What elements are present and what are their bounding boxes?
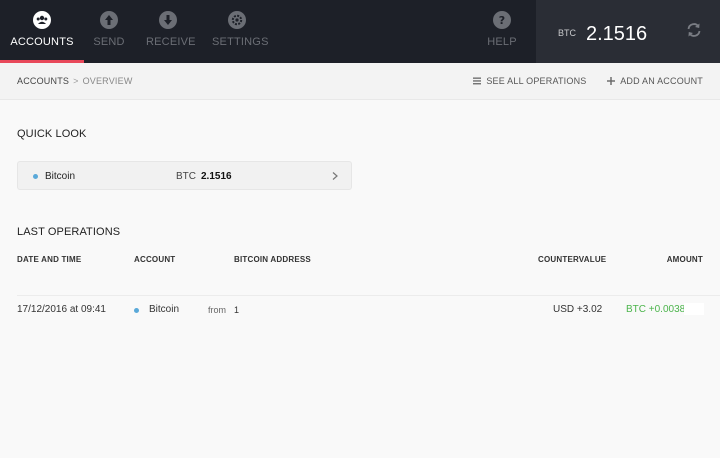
nav-accounts-label: ACCOUNTS bbox=[10, 36, 74, 48]
header-actions: SEE ALL OPERATIONS ADD AN ACCOUNT bbox=[455, 76, 703, 86]
account-color-dot bbox=[33, 174, 38, 179]
account-color-dot bbox=[134, 308, 139, 313]
operation-account: Bitcoin bbox=[149, 304, 180, 315]
nav-help[interactable]: ? HELP bbox=[484, 0, 520, 63]
receive-icon bbox=[159, 11, 177, 29]
see-all-operations-button[interactable]: SEE ALL OPERATIONS bbox=[473, 76, 586, 86]
nav-receive-label: RECEIVE bbox=[146, 36, 196, 48]
balance-currency: BTC bbox=[558, 28, 576, 38]
operation-address: 1 bbox=[234, 305, 240, 315]
settings-icon bbox=[228, 11, 246, 29]
column-amount: AMOUNT bbox=[666, 255, 703, 264]
breadcrumb-root[interactable]: ACCOUNTS bbox=[17, 76, 69, 86]
list-icon bbox=[473, 77, 482, 85]
nav-send-label: SEND bbox=[93, 36, 125, 48]
balance-panel: BTC 2.1516 bbox=[536, 0, 720, 63]
sync-icon[interactable] bbox=[685, 21, 703, 39]
nav-settings-label: SETTINGS bbox=[212, 36, 269, 48]
operation-datetime: 17/12/2016 at 09:41 bbox=[17, 304, 106, 315]
balance-value: 2.1516 bbox=[586, 23, 648, 45]
operation-countervalue: USD +3.02 bbox=[553, 304, 603, 315]
plus-icon bbox=[607, 77, 616, 85]
nav-send[interactable]: SEND bbox=[89, 0, 129, 63]
account-name: Bitcoin bbox=[45, 171, 76, 182]
accounts-icon bbox=[33, 11, 51, 29]
svg-text:?: ? bbox=[499, 14, 506, 27]
nav-settings[interactable]: SETTINGS bbox=[212, 0, 269, 63]
breadcrumb-current: OVERVIEW bbox=[82, 76, 133, 86]
column-countervalue: COUNTERVALUE bbox=[538, 255, 607, 264]
account-currency: BTC bbox=[176, 171, 196, 182]
add-account-label: ADD AN ACCOUNT bbox=[620, 76, 703, 86]
amount-highlight bbox=[684, 303, 704, 315]
breadcrumb-separator: > bbox=[73, 76, 79, 86]
nav-receive[interactable]: RECEIVE bbox=[146, 0, 196, 63]
chevron-right-icon bbox=[332, 172, 338, 180]
add-account-button[interactable]: ADD AN ACCOUNT bbox=[607, 76, 703, 86]
column-address: BITCOIN ADDRESS bbox=[234, 255, 311, 264]
nav-help-label: HELP bbox=[487, 36, 517, 48]
help-icon: ? bbox=[493, 11, 511, 29]
operation-direction: from bbox=[208, 305, 226, 315]
see-all-operations-label: SEE ALL OPERATIONS bbox=[486, 76, 587, 86]
top-bar: ACCOUNTS SEND RECEIVE SETTINGS ? HELP BT… bbox=[0, 0, 720, 63]
account-balance: 2.1516 bbox=[201, 171, 232, 182]
breadcrumb: ACCOUNTS > OVERVIEW bbox=[17, 76, 133, 86]
nav-accounts[interactable]: ACCOUNTS bbox=[0, 0, 84, 63]
quick-look-title: QUICK LOOK bbox=[17, 128, 87, 140]
breadcrumb-bar: ACCOUNTS > OVERVIEW SEE ALL OPERATIONS ADD… bbox=[0, 63, 720, 100]
table-divider bbox=[17, 295, 720, 296]
last-operations-title: LAST OPERATIONS bbox=[17, 226, 121, 238]
send-icon bbox=[100, 11, 118, 29]
column-account: ACCOUNT bbox=[134, 255, 176, 264]
account-card-bitcoin[interactable]: Bitcoin BTC 2.1516 bbox=[17, 161, 352, 190]
operation-amount: BTC +0.0038 bbox=[626, 304, 686, 315]
column-date: DATE AND TIME bbox=[17, 255, 82, 264]
